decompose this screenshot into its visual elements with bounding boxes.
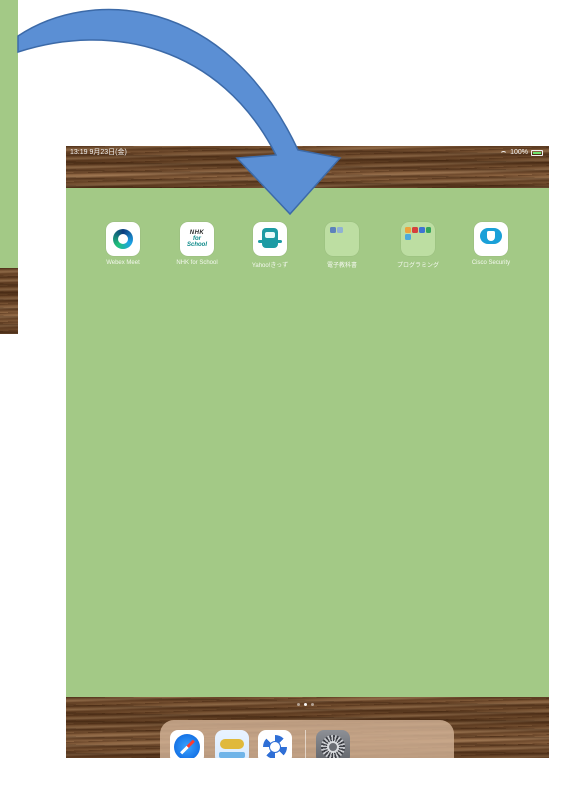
arrow-shape	[17, 8, 342, 216]
curved-arrow-icon	[17, 8, 342, 216]
